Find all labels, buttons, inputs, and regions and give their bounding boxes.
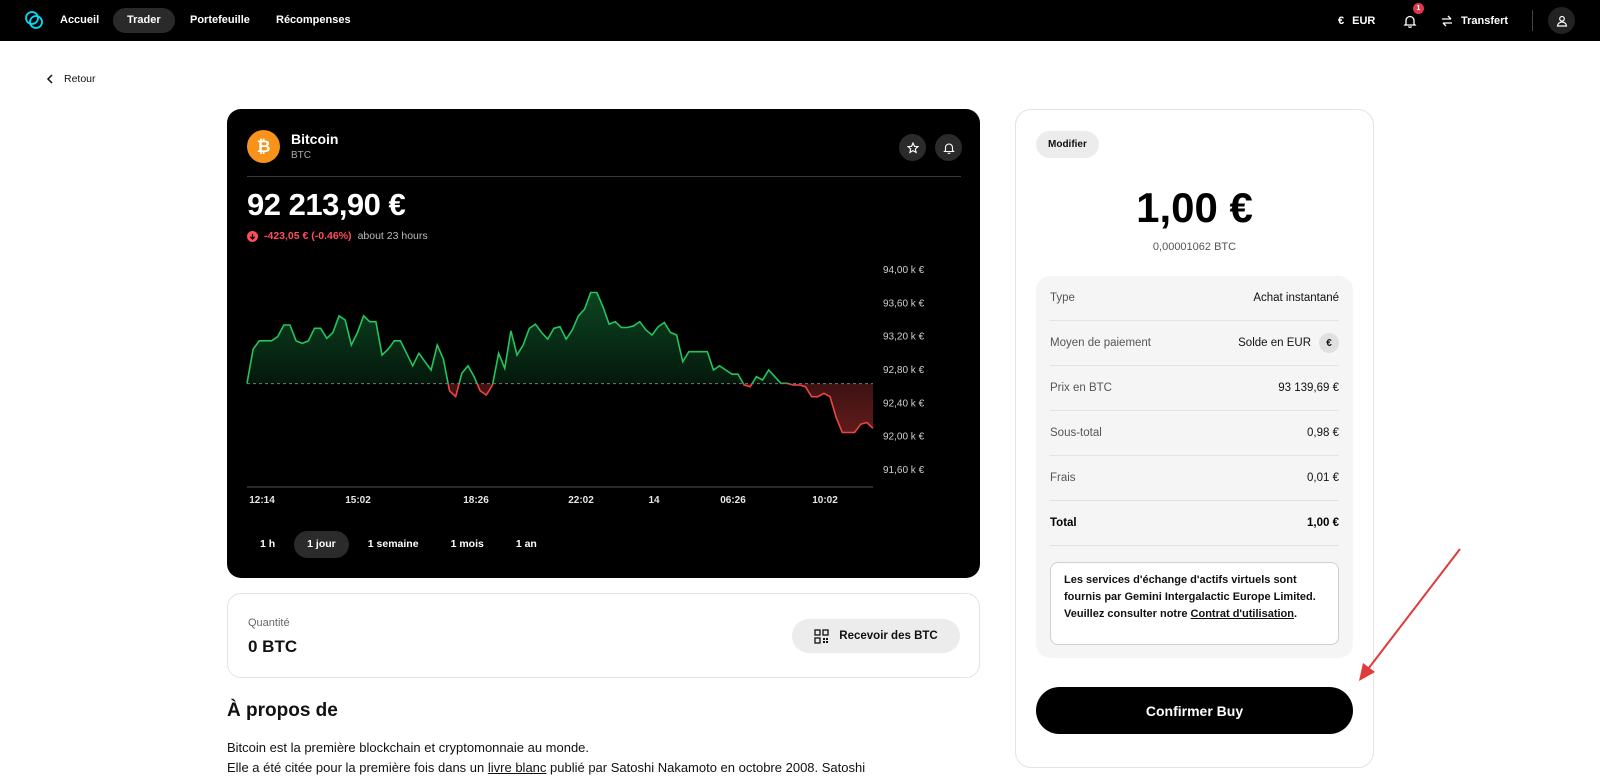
price-chart-card: ₿ Bitcoin BTC 92 213,90 € -423,05 € (-0.… [227,109,980,578]
terms-link[interactable]: Contrat d'utilisation [1191,608,1294,620]
transfer-button[interactable]: Transfert [1441,0,1508,41]
transfer-icon [1442,15,1452,26]
detail-row-total: Total 1,00 € [1050,501,1339,546]
y-tick-label: 92,00 k € [883,432,925,443]
detail-value: Solde en EUR € [1238,333,1339,353]
receive-btc-button[interactable]: Recevoir des BTC [792,619,960,653]
x-tick-label: 14 [648,495,660,506]
detail-value: 0,98 € [1307,427,1339,439]
payment-method-value: Solde en EUR [1238,337,1311,349]
y-tick-label: 92,40 k € [883,398,925,409]
nav-recompenses[interactable]: Récompenses [262,8,365,33]
order-panel: Modifier 1,00 € 0,00001062 BTC Type Acha… [1015,109,1374,768]
x-tick-label: 12:14 [249,495,275,506]
x-tick-label: 22:02 [568,495,594,506]
back-link[interactable]: Retour [46,73,96,85]
annotation-arrow-icon [1359,548,1461,681]
detail-row-fees: Frais 0,01 € [1050,456,1339,501]
quantity-label: Quantité [248,617,290,629]
detail-row-type: Type Achat instantané [1050,276,1339,321]
detail-label: Type [1050,292,1075,304]
detail-label: Moyen de paiement [1050,337,1152,349]
x-tick-label: 10:02 [812,495,838,506]
detail-row-payment[interactable]: Moyen de paiement Solde en EUR € [1050,321,1339,366]
y-tick-label: 93,60 k € [883,298,925,309]
about-title: À propos de [227,700,338,721]
detail-label: Prix en BTC [1050,382,1112,394]
detail-label: Total [1050,517,1077,529]
notice-end: . [1294,608,1298,620]
whitepaper-link[interactable]: livre blanc [488,760,547,775]
y-tick-label: 94,00 k € [883,265,925,276]
range-tab[interactable]: 1 jour [294,531,349,558]
top-nav: Accueil Trader Portefeuille Récompenses … [0,0,1600,41]
about-text: Bitcoin est la première blockchain et cr… [227,738,967,778]
detail-label: Sous-total [1050,427,1102,439]
chevron-left-icon [46,74,53,84]
confirm-buy-button[interactable]: Confirmer Buy [1036,687,1353,734]
order-amount-btc: 0,00001062 BTC [1152,241,1237,253]
nav-divider [1532,10,1533,31]
about-line-2: Elle a été citée pour la première fois d… [227,758,967,778]
detail-value: 93 139,69 € [1278,382,1339,394]
qr-code-icon [814,628,829,644]
range-tab[interactable]: 1 h [247,531,288,558]
back-label: Retour [64,73,96,85]
price-line-chart[interactable]: 94,00 k € 93,60 k € 93,20 k € 92,80 k € 92,4… [227,109,980,529]
range-tab[interactable]: 1 mois [438,531,497,558]
range-tab[interactable]: 1 semaine [355,531,432,558]
quantity-value: 0 BTC [248,637,298,656]
receive-btc-label: Recevoir des BTC [839,630,938,642]
notification-badge: 1 [1413,3,1424,14]
legal-notice: Les services d'échange d'actifs virtuels… [1050,562,1339,645]
order-details: Type Achat instantané Moyen de paiement … [1036,276,1353,658]
about-line-2-end: publié par Satoshi Nakamoto en octobre 2… [546,760,866,775]
range-tab[interactable]: 1 an [503,531,550,558]
detail-value: 1,00 € [1307,517,1339,529]
euro-icon: € [1338,14,1345,27]
detail-row-subtotal: Sous-total 0,98 € [1050,411,1339,456]
area-above-baseline [247,292,873,384]
y-tick-label: 91,60 k € [883,465,925,476]
nav-portefeuille[interactable]: Portefeuille [176,8,264,33]
gemini-logo-icon[interactable] [24,10,44,30]
detail-label: Frais [1050,472,1076,484]
y-tick-label: 92,80 k € [883,365,925,376]
modify-button[interactable]: Modifier [1036,131,1099,158]
nav-trader[interactable]: Trader [113,8,175,33]
time-range-tabs: 1 h1 jour 1 semaine 1 mois 1 an [247,531,550,558]
currency-label: EUR [1352,14,1376,27]
transfer-label: Transfert [1461,14,1509,27]
x-tick-label: 18:26 [463,495,489,506]
detail-value: 0,01 € [1307,472,1339,484]
order-amount: 1,00 € [1136,184,1253,231]
euro-chip-icon: € [1319,333,1339,353]
about-line-1: Bitcoin est la première blockchain et cr… [227,740,590,755]
user-icon [1556,15,1567,27]
nav-accueil[interactable]: Accueil [46,8,113,33]
quantity-card: Quantité 0 BTC Recevoir des BTC [227,593,980,678]
about-line-2-start: Elle a été citée pour la première fois d… [227,760,488,775]
detail-value: Achat instantané [1253,292,1339,304]
y-tick-label: 93,20 k € [883,332,925,343]
x-tick-label: 15:02 [345,495,371,506]
x-tick-label: 06:26 [720,495,746,506]
account-button[interactable] [1548,7,1575,34]
detail-row-price: Prix en BTC 93 139,69 € [1050,366,1339,411]
bell-icon [1403,15,1417,28]
currency-selector[interactable]: € EUR [1338,0,1375,41]
